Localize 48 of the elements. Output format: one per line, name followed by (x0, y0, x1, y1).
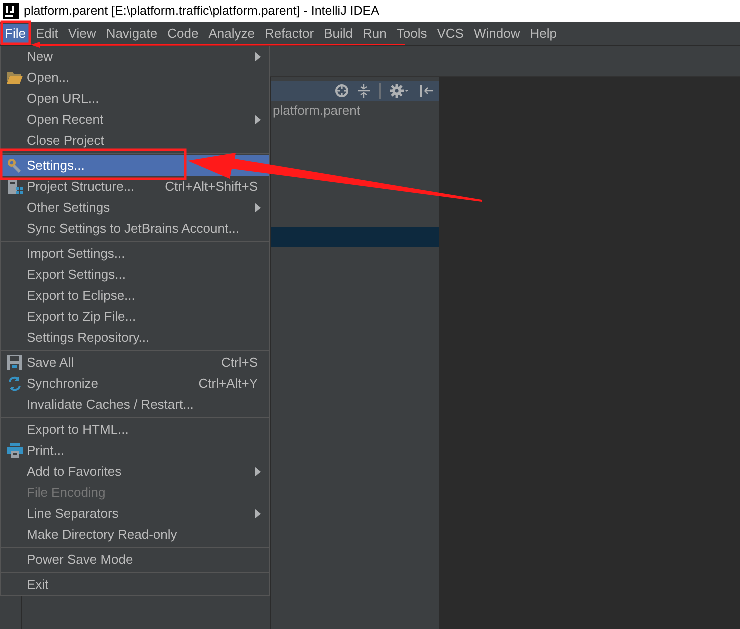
wrench-icon (6, 158, 22, 174)
menu-item[interactable]: Make Directory Read-only (1, 524, 269, 545)
menu-item[interactable]: Save All Ctrl+S (1, 352, 269, 373)
target-icon[interactable] (335, 84, 349, 98)
menu-bar-item[interactable]: Run (358, 24, 392, 44)
menu-bar-item[interactable]: Build (319, 24, 358, 44)
menu-item[interactable]: Print... (1, 440, 269, 461)
menu-item[interactable]: Add to Favorites (1, 461, 269, 482)
menu-item[interactable]: Other Settings (1, 197, 269, 218)
menu-item[interactable]: Line Separators (1, 503, 269, 524)
printer-icon (6, 443, 22, 458)
menu-bar-item[interactable]: Tools (392, 24, 432, 44)
menu-item[interactable]: Open... (1, 67, 269, 88)
menu-item[interactable]: New (1, 46, 269, 67)
menu-item[interactable]: Invalidate Caches / Restart... (1, 394, 269, 415)
highlight-frame (0, 20, 32, 46)
menu-item[interactable]: Export to HTML... (1, 419, 269, 440)
grid-icon (6, 178, 22, 194)
window-title: platform.parent [E:\platform.traffic\platform.parent] - IntelliJ IDEA (24, 4, 380, 18)
menu-item[interactable]: Export Settings... (1, 264, 269, 285)
menu-item[interactable]: Open Recent (1, 109, 269, 130)
menu-item[interactable]: Power Save Mode (1, 549, 269, 570)
menu-bar-item[interactable]: Help (525, 24, 562, 44)
menu-item[interactable]: Synchronize Ctrl+Alt+Y (1, 373, 269, 394)
menu-item[interactable]: Import Settings... (1, 243, 269, 264)
menu-item[interactable]: Export to Zip File... (1, 306, 269, 327)
app-icon (3, 3, 19, 19)
menu-item[interactable]: Export to Eclipse... (1, 285, 269, 306)
tree-item[interactable]: platform.parent (271, 101, 439, 121)
folder-icon (6, 71, 22, 84)
menu-bar-item[interactable]: VCS (432, 24, 469, 44)
menu-bar-item[interactable]: Analyze (204, 24, 260, 44)
collapse-icon[interactable] (358, 84, 370, 98)
gear-icon[interactable] (390, 84, 410, 98)
sync-icon (6, 376, 22, 392)
menu-bar-item[interactable]: Window (468, 24, 526, 44)
menu-bar-item[interactable]: Navigate (101, 24, 163, 44)
menu-bar-item[interactable]: Edit (30, 24, 64, 44)
menu-item[interactable]: Close Project (1, 130, 269, 151)
menu-item[interactable]: Exit (1, 574, 269, 595)
menu-bar-item[interactable]: Code (162, 24, 204, 44)
hide-panel-icon[interactable] (419, 84, 433, 98)
menu-item[interactable]: Sync Settings to JetBrains Account... (1, 218, 269, 239)
menu-item[interactable]: Settings Repository... (1, 327, 269, 348)
menu-bar-item[interactable]: View (63, 24, 102, 44)
menu-item[interactable]: Project Structure... Ctrl+Alt+Shift+S (1, 176, 269, 197)
menu-item[interactable]: Open URL... (1, 88, 269, 109)
menu-bar-item[interactable]: Refactor (260, 24, 320, 44)
